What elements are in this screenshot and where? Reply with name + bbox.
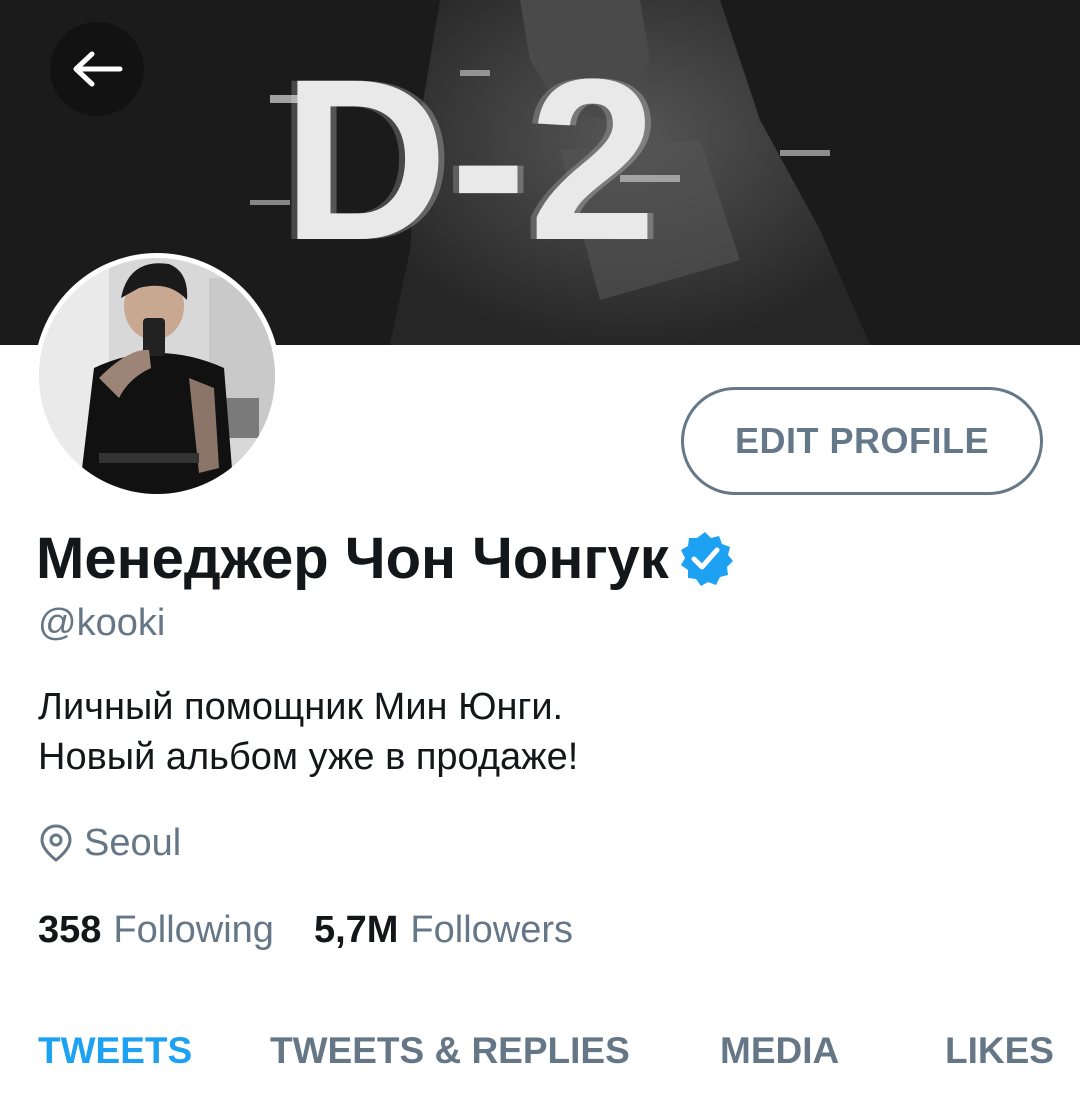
location-pin-icon bbox=[40, 824, 72, 862]
avatar-photo bbox=[39, 258, 275, 494]
display-name: Менеджер Чон Чонгук bbox=[36, 525, 669, 591]
verified-badge-icon bbox=[680, 532, 733, 586]
back-button[interactable] bbox=[50, 22, 144, 116]
profile-stats: 358 Following 5,7M Followers bbox=[38, 902, 573, 958]
tab-tweets-and-replies[interactable]: TWEETS & REPLIES bbox=[270, 1020, 630, 1082]
bio-line: Новый альбом уже в продаже! bbox=[38, 736, 579, 778]
following-count: 358 bbox=[38, 908, 102, 951]
profile-tabs: TWEETS TWEETS & REPLIES MEDIA LIKES bbox=[0, 1020, 1080, 1082]
following-label: Following bbox=[113, 908, 274, 951]
followers-stat[interactable]: 5,7M Followers bbox=[314, 909, 573, 952]
tab-tweets[interactable]: TWEETS bbox=[38, 1020, 192, 1082]
bio-line: Личный помощник Мин Юнги. bbox=[38, 686, 564, 728]
edit-profile-button[interactable]: EDIT PROFILE bbox=[681, 387, 1043, 495]
followers-label: Followers bbox=[410, 908, 574, 951]
following-stat[interactable]: 358 Following bbox=[38, 909, 274, 952]
banner-title: D-2 bbox=[282, 31, 659, 288]
followers-count: 5,7M bbox=[313, 908, 399, 951]
profile-name-row: Менеджер Чон Чонгук bbox=[36, 518, 733, 598]
avatar[interactable] bbox=[34, 253, 280, 499]
tab-likes[interactable]: LIKES bbox=[945, 1020, 1054, 1082]
profile-handle: @kooki bbox=[38, 602, 166, 644]
profile-bio: Личный помощник Мин Юнги. Новый альбом у… bbox=[38, 682, 578, 782]
location-text: Seoul bbox=[84, 821, 182, 864]
profile-location: Seoul bbox=[38, 815, 181, 871]
tab-media[interactable]: MEDIA bbox=[720, 1020, 839, 1082]
back-arrow-icon bbox=[73, 51, 123, 87]
